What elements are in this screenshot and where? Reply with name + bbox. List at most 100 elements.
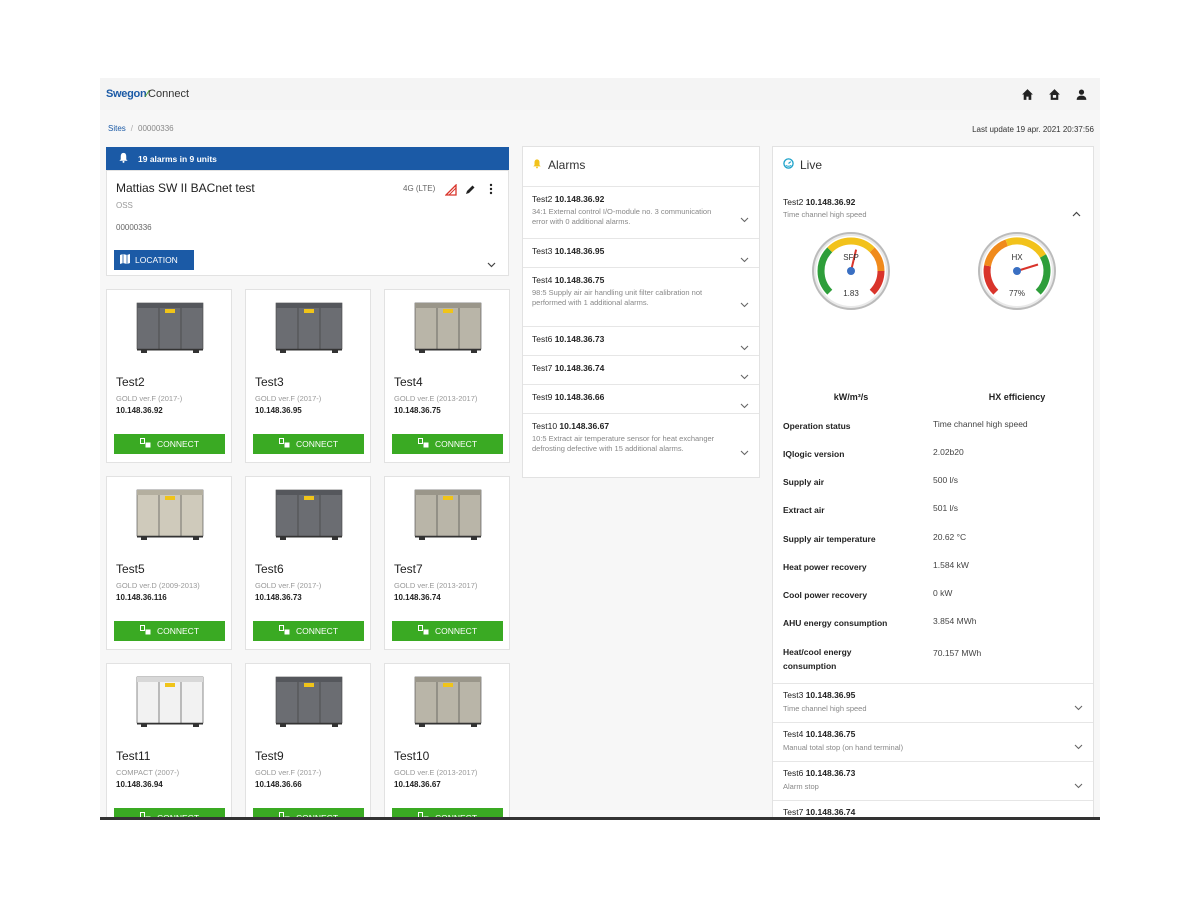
top-bar: Swegon⁄Connect	[100, 78, 1100, 110]
alarm-item[interactable]: Test4 10.148.36.75 98:5 Supply air air h…	[523, 267, 759, 326]
gauge-label: HX efficiency	[988, 392, 1046, 402]
alarm-item[interactable]: Test9 10.148.36.66	[523, 384, 759, 413]
connect-button[interactable]: CONNECT	[392, 808, 503, 820]
unit-card[interactable]: Test5 GOLD ver.D (2009-2013) 10.148.36.1…	[106, 476, 232, 650]
gauge-value: 77%	[1008, 289, 1025, 298]
connect-button[interactable]: CONNECT	[253, 621, 364, 641]
connect-button-label: CONNECT	[434, 813, 478, 820]
connect-button[interactable]: CONNECT	[253, 434, 364, 454]
unit-card[interactable]: Test10 GOLD ver.E (2013-2017) 10.148.36.…	[384, 663, 510, 820]
chevron-down-icon[interactable]	[740, 250, 749, 268]
connect-button[interactable]: CONNECT	[253, 808, 364, 820]
unit-ip: 10.148.36.92	[116, 406, 163, 415]
connect-button-label: CONNECT	[434, 439, 478, 449]
breadcrumb-sites-link[interactable]: Sites	[108, 124, 126, 133]
swegon-connect-logo[interactable]: Swegon⁄Connect	[106, 88, 189, 100]
unit-card[interactable]: Test11 COMPACT (2007-) 10.148.36.94 CONN…	[106, 663, 232, 820]
alarm-unit-name: Test3	[532, 246, 553, 256]
gauge-code: HX	[1011, 253, 1023, 262]
connect-button[interactable]: CONNECT	[114, 808, 225, 820]
unit-card[interactable]: Test9 GOLD ver.F (2017-) 10.148.36.66 CO…	[245, 663, 371, 820]
live-title: Live	[783, 158, 822, 172]
alarm-item-head: Test3 10.148.36.95	[532, 246, 604, 256]
alarm-item[interactable]: Test6 10.148.36.73	[523, 326, 759, 355]
connect-button[interactable]: CONNECT	[114, 434, 225, 454]
unit-model: GOLD ver.E (2013-2017)	[394, 768, 478, 777]
unit-card[interactable]: Test7 GOLD ver.E (2013-2017) 10.148.36.7…	[384, 476, 510, 650]
unit-model: GOLD ver.E (2013-2017)	[394, 394, 478, 403]
sites-home-icon[interactable]	[1048, 88, 1061, 101]
user-icon[interactable]	[1075, 88, 1088, 101]
alarm-item[interactable]: Test7 10.148.36.74	[523, 355, 759, 384]
chevron-down-icon[interactable]	[1074, 776, 1083, 794]
live-unit-status: Manual total stop (on hand terminal)	[783, 743, 904, 752]
unit-model: GOLD ver.D (2009-2013)	[116, 581, 200, 590]
unit-card[interactable]: Test6 GOLD ver.F (2017-) 10.148.36.73 CO…	[245, 476, 371, 650]
property-key: Heat power recovery	[783, 562, 867, 572]
live-expanded-unit-head[interactable]: Test2 10.148.36.92	[783, 197, 855, 207]
alarms-title: Alarms	[532, 158, 585, 172]
breadcrumb: Sites / 00000336	[108, 124, 174, 133]
live-unit-item[interactable]: Test4 10.148.36.75 Manual total stop (on…	[773, 722, 1093, 761]
property-value: 0 kW	[933, 588, 953, 598]
connect-button-label: CONNECT	[295, 626, 339, 636]
chevron-down-icon[interactable]	[740, 396, 749, 414]
unit-card[interactable]: Test2 GOLD ver.F (2017-) 10.148.36.92 CO…	[106, 289, 232, 463]
unit-card[interactable]: Test3 GOLD ver.F (2017-) 10.148.36.95 CO…	[245, 289, 371, 463]
property-key: Supply air	[783, 477, 825, 487]
app-window: Swegon⁄Connect Sites / 00000336 Last updat…	[100, 78, 1100, 820]
chevron-down-icon[interactable]	[1074, 815, 1083, 817]
edit-icon[interactable]	[464, 183, 476, 201]
live-expanded-unit-status: Time channel high speed	[783, 210, 867, 219]
connect-button-label: CONNECT	[434, 626, 478, 636]
chevron-down-icon[interactable]	[740, 295, 749, 313]
live-panel: Live Test2 10.148.36.92 Time channel hig…	[772, 146, 1094, 817]
alarm-item-head: Test10 10.148.36.67	[532, 421, 609, 431]
connect-button[interactable]: CONNECT	[392, 621, 503, 641]
live-unit-item[interactable]: Test7 10.148.36.74 Manual total stop (on…	[773, 800, 1093, 817]
chevron-down-icon[interactable]	[740, 210, 749, 228]
air-handling-unit-image	[270, 484, 348, 546]
chevron-down-icon[interactable]	[740, 367, 749, 385]
chevron-down-icon[interactable]	[1074, 698, 1083, 716]
alarm-banner[interactable]: 19 alarms in 9 units	[106, 147, 509, 170]
unit-model: GOLD ver.E (2013-2017)	[394, 581, 478, 590]
alarm-unit-ip: 10.148.36.73	[554, 334, 605, 344]
alarm-item[interactable]: Test2 10.148.36.92 34:1 External control…	[523, 186, 759, 238]
air-handling-unit-image	[409, 297, 487, 359]
connect-button[interactable]: CONNECT	[114, 621, 225, 641]
live-unit-item[interactable]: Test6 10.148.36.73 Alarm stop	[773, 761, 1093, 800]
unit-ip: 10.148.36.74	[394, 593, 441, 602]
unit-ip: 10.148.36.95	[255, 406, 302, 415]
unit-name: Test6	[255, 562, 284, 576]
alarm-item[interactable]: Test3 10.148.36.95	[523, 238, 759, 267]
chevron-up-icon[interactable]	[1072, 204, 1081, 222]
connect-button[interactable]: CONNECT	[392, 434, 503, 454]
connect-button-label: CONNECT	[295, 813, 339, 820]
property-key: Operation status	[783, 421, 851, 431]
alarm-item[interactable]: Test10 10.148.36.67 10:5 Extract air tem…	[523, 413, 759, 477]
connect-button-label: CONNECT	[156, 813, 200, 820]
chevron-down-icon[interactable]	[487, 255, 496, 273]
chevron-down-icon[interactable]	[1074, 737, 1083, 755]
unit-ip: 10.148.36.67	[394, 780, 441, 789]
more-options-icon[interactable]	[488, 182, 494, 201]
connect-icon	[417, 812, 429, 817]
chevron-down-icon[interactable]	[740, 338, 749, 356]
unit-name: Test9	[255, 749, 284, 763]
live-unit-item[interactable]: Test3 10.148.36.95 Time channel high spe…	[773, 683, 1093, 722]
property-value: 1.584 kW	[933, 560, 969, 570]
chevron-down-icon[interactable]	[740, 443, 749, 461]
sfp-gauge: SFP 1.83	[811, 231, 891, 311]
unit-ip: 10.148.36.116	[116, 593, 167, 602]
alarms-panel: Alarms Test2 10.148.36.92 34:1 External …	[522, 146, 760, 478]
live-unit-name: Test6	[783, 768, 804, 778]
location-button[interactable]: LOCATION	[114, 250, 194, 270]
unit-card[interactable]: Test4 GOLD ver.E (2013-2017) 10.148.36.7…	[384, 289, 510, 463]
home-icon[interactable]	[1021, 88, 1034, 101]
alarms-title-text: Alarms	[548, 158, 586, 172]
unit-model: GOLD ver.F (2017-)	[255, 768, 322, 777]
alarm-unit-ip: 10.148.36.74	[554, 363, 605, 373]
unit-model: GOLD ver.F (2017-)	[116, 394, 183, 403]
live-unit-name: Test4	[783, 729, 804, 739]
